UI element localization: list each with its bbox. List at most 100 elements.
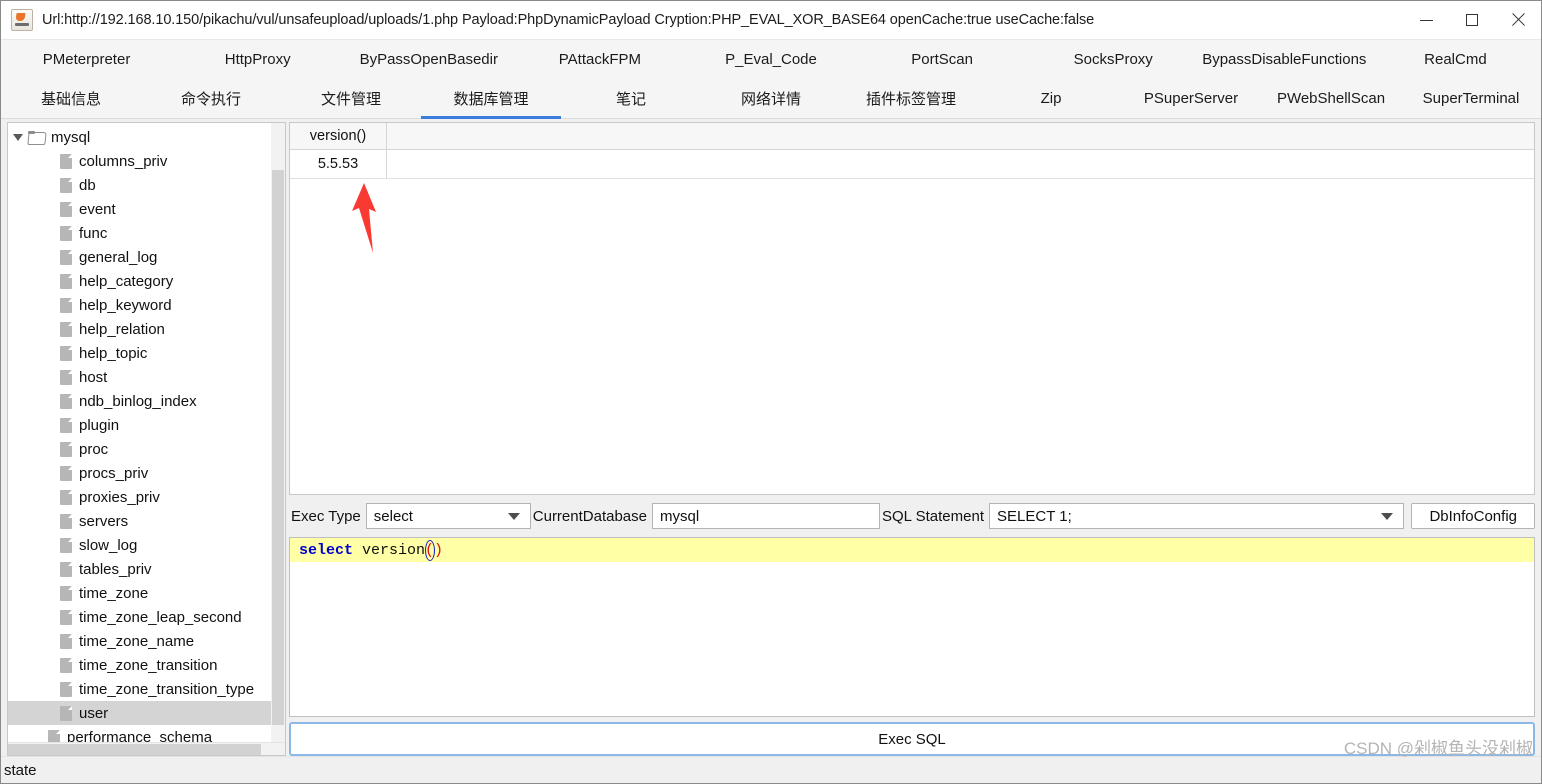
- exec-type-value: select: [373, 507, 413, 525]
- plugin-tab-pmeterpreter[interactable]: PMeterpreter: [1, 51, 172, 68]
- close-icon: [1511, 13, 1525, 27]
- current-database-input[interactable]: mysql: [652, 503, 880, 529]
- plugin-tab-socksproxy[interactable]: SocksProxy: [1028, 51, 1199, 68]
- tree-node-label: general_log: [79, 248, 158, 266]
- chevron-down-icon: [507, 512, 520, 520]
- sql-statement-dropdown[interactable]: SELECT 1;: [989, 503, 1405, 529]
- table-icon: [60, 417, 72, 433]
- table-icon: [60, 489, 72, 505]
- tree-table-node[interactable]: user: [8, 701, 285, 725]
- tree-table-node[interactable]: columns_priv: [8, 149, 285, 173]
- tree-table-node[interactable]: procs_priv: [8, 461, 285, 485]
- table-icon: [60, 609, 72, 625]
- sql-editor-line[interactable]: select version(): [290, 538, 1534, 562]
- tree-table-node[interactable]: event: [8, 197, 285, 221]
- tree-database-node[interactable]: performance_schema: [8, 725, 285, 742]
- result-row-filler: [387, 150, 1534, 178]
- tree-table-node[interactable]: help_relation: [8, 317, 285, 341]
- tree-vertical-scroll-thumb[interactable]: [272, 170, 284, 725]
- result-cell-version[interactable]: 5.5.53: [290, 150, 387, 178]
- tab-plugin-tag-management[interactable]: 插件标签管理: [841, 78, 981, 118]
- tree-node-label: host: [79, 368, 108, 386]
- database-tree-scroll: mysql columns_privdb event func general_logh…: [8, 123, 285, 742]
- tab-database-management[interactable]: 数据库管理: [421, 78, 561, 119]
- current-database-label: CurrentDatabase: [532, 507, 647, 525]
- table-icon: [60, 537, 72, 553]
- result-column-header[interactable]: version(): [290, 123, 387, 149]
- application-window: Url:http://192.168.10.150/pikachu/vul/un…: [0, 0, 1542, 784]
- tree-table-node[interactable]: time_zone_transition: [8, 653, 285, 677]
- tree-table-node[interactable]: servers: [8, 509, 285, 533]
- tree-database-node[interactable]: mysql: [8, 125, 285, 149]
- tree-table-node[interactable]: proc: [8, 437, 285, 461]
- tab-basic-info[interactable]: 基础信息: [1, 78, 141, 118]
- exec-type-dropdown[interactable]: select: [365, 503, 531, 529]
- tree-table-node[interactable]: host: [8, 365, 285, 389]
- chevron-down-icon[interactable]: [8, 133, 28, 141]
- tab-superterminal[interactable]: SuperTerminal: [1401, 78, 1541, 118]
- tree-table-node[interactable]: help_topic: [8, 341, 285, 365]
- tree-horizontal-scrollbar[interactable]: [8, 742, 285, 755]
- chevron-down-icon: [1381, 512, 1394, 520]
- plugin-tab-bypassdisablefunctions[interactable]: BypassDisableFunctions: [1199, 51, 1370, 68]
- table-icon: [60, 321, 72, 337]
- plugin-tab-portscan[interactable]: PortScan: [857, 51, 1028, 68]
- tree-table-node[interactable]: general_log: [8, 245, 285, 269]
- tree-node-label: time_zone_transition: [79, 656, 218, 674]
- minimize-icon: [1419, 19, 1433, 21]
- tree-table-node[interactable]: tables_priv: [8, 557, 285, 581]
- plugin-tab-p-eval-code[interactable]: P_Eval_Code: [685, 51, 856, 68]
- result-table-header: version(): [290, 123, 1534, 150]
- tree-node-label: columns_priv: [79, 152, 168, 170]
- maximize-button[interactable]: [1449, 1, 1495, 39]
- tree-table-node[interactable]: time_zone_transition_type: [8, 677, 285, 701]
- tree-table-node[interactable]: slow_log: [8, 533, 285, 557]
- window-controls: [1403, 1, 1541, 39]
- tree-table-node[interactable]: time_zone: [8, 581, 285, 605]
- tree-horizontal-scroll-thumb[interactable]: [8, 744, 261, 755]
- tree-node-label: time_zone_name: [79, 632, 195, 650]
- tree-table-node[interactable]: time_zone_leap_second: [8, 605, 285, 629]
- plugin-tab-bypassopenbasedir[interactable]: ByPassOpenBasedir: [343, 51, 514, 68]
- status-bar: state CSDN @剁椒鱼头没剁椒: [1, 739, 1541, 783]
- plugin-tab-pattackfpm[interactable]: PAttackFPM: [514, 51, 685, 68]
- tree-table-node[interactable]: help_category: [8, 269, 285, 293]
- table-icon: [60, 297, 72, 313]
- tree-node-label: time_zone: [79, 584, 149, 602]
- tab-command-execution[interactable]: 命令执行: [141, 78, 281, 118]
- tree-node-label: help_category: [79, 272, 174, 290]
- tree-table-node[interactable]: plugin: [8, 413, 285, 437]
- tree-node-label: proc: [79, 440, 109, 458]
- plugin-tab-realcmd[interactable]: RealCmd: [1370, 51, 1541, 68]
- table-icon: [60, 345, 72, 361]
- tab-network-details[interactable]: 网络详情: [701, 78, 841, 118]
- tree-vertical-scrollbar[interactable]: [271, 123, 285, 742]
- dbinfoconfig-button[interactable]: DbInfoConfig: [1411, 503, 1535, 529]
- plugin-tab-httpproxy[interactable]: HttpProxy: [172, 51, 343, 68]
- tab-zip[interactable]: Zip: [981, 78, 1121, 118]
- tree-table-node[interactable]: help_keyword: [8, 293, 285, 317]
- tab-file-management[interactable]: 文件管理: [281, 78, 421, 118]
- tree-table-node[interactable]: ndb_binlog_index: [8, 389, 285, 413]
- content-area: mysql columns_privdb event func general_logh…: [1, 119, 1541, 756]
- sql-open-paren: (: [425, 539, 436, 561]
- tab-psuperserver[interactable]: PSuperServer: [1121, 78, 1261, 118]
- table-icon: [60, 369, 72, 385]
- sql-editor[interactable]: select version(): [289, 537, 1535, 717]
- tree-table-node[interactable]: func: [8, 221, 285, 245]
- close-button[interactable]: [1495, 1, 1541, 39]
- sql-statement-value: SELECT 1;: [997, 507, 1072, 525]
- tree-table-node[interactable]: proxies_priv: [8, 485, 285, 509]
- table-icon: [60, 513, 72, 529]
- minimize-button[interactable]: [1403, 1, 1449, 39]
- tree-node-label: servers: [79, 512, 129, 530]
- tab-pwebshellscan[interactable]: PWebShellScan: [1261, 78, 1401, 118]
- exec-sql-button[interactable]: Exec SQL: [289, 722, 1535, 756]
- table-icon: [60, 201, 72, 217]
- tree-table-node[interactable]: db: [8, 173, 285, 197]
- tree-table-node[interactable]: time_zone_name: [8, 629, 285, 653]
- table-icon: [60, 249, 72, 265]
- tab-notes[interactable]: 笔记: [561, 78, 701, 118]
- tree-node-label: procs_priv: [79, 464, 149, 482]
- table-row[interactable]: 5.5.53: [290, 150, 1534, 179]
